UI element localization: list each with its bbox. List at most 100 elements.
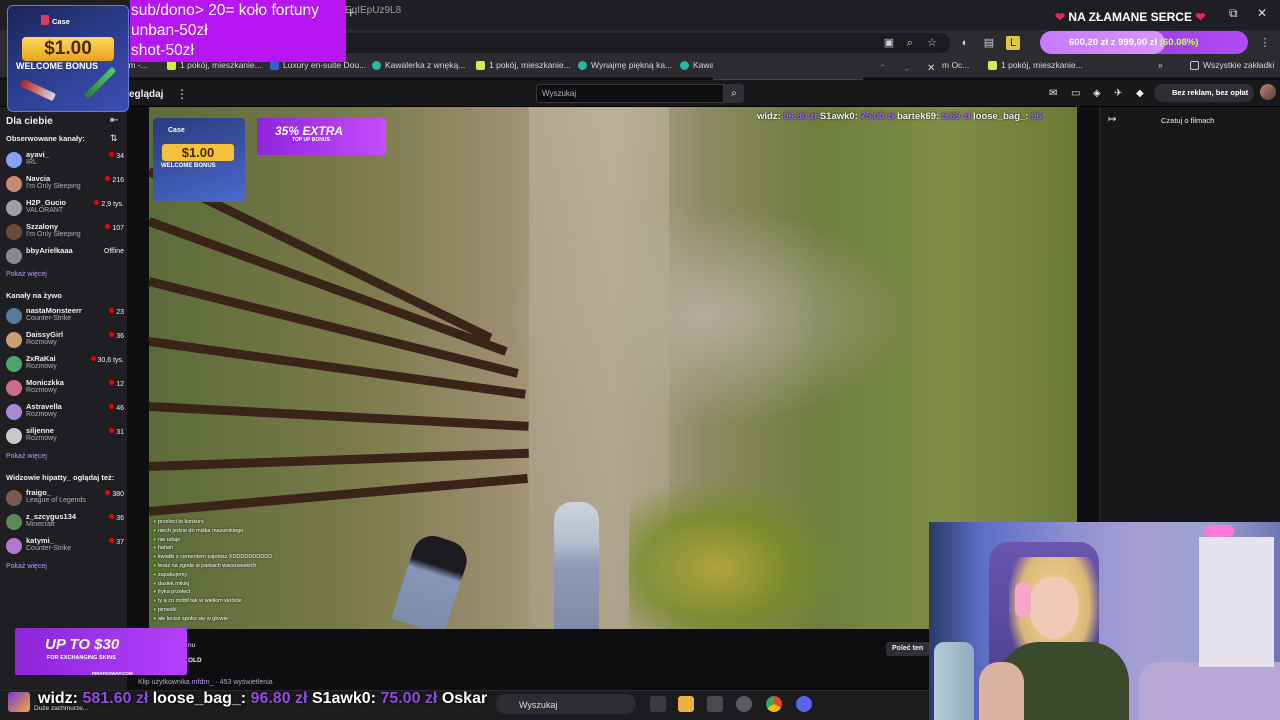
- sidebar-channel-item[interactable]: Astravella Rozmowy 46: [6, 401, 124, 425]
- sidebar-channel-item[interactable]: bbyArielkaaa Offline: [6, 245, 124, 269]
- show-more-also[interactable]: Pokaż więcej: [6, 563, 47, 570]
- menu-dots-icon[interactable]: ⋮: [1258, 36, 1272, 50]
- find-close-icon[interactable]: ✕: [927, 63, 935, 74]
- donor-amount: 96: [1031, 111, 1042, 122]
- chat-panel: [1099, 107, 1280, 527]
- file-explorer-icon[interactable]: [678, 696, 694, 712]
- chat-message-text: ty a co zrobił tak w wielkim skrócie: [157, 598, 242, 605]
- all-bookmarks[interactable]: Wszystkie zakładki: [1190, 60, 1274, 70]
- app-icon[interactable]: [736, 696, 752, 712]
- extension-icon[interactable]: ◐: [958, 36, 972, 50]
- sidebar-channel-item[interactable]: fraigo_ League of Legends 380: [6, 487, 124, 511]
- chat-message-text: hahah: [157, 545, 174, 552]
- bookmarks-overflow-icon[interactable]: »: [1158, 60, 1163, 70]
- channel-viewers: 23: [109, 308, 124, 316]
- sidebar-channel-item[interactable]: H2P_Gucio VALORANT 2,9 tys.: [6, 197, 124, 221]
- chat-message: ● niech jedzie do miśka mazurskiego: [153, 527, 333, 536]
- sidebar-channel-item[interactable]: ayavi_ IRL 34: [6, 149, 124, 173]
- drops-icon[interactable]: ✈: [1114, 88, 1122, 99]
- sidebar-channel-item[interactable]: katymi_ Counter-Strike 37: [6, 535, 124, 559]
- turbo-button[interactable]: Bez reklam, bez opłat: [1154, 84, 1254, 102]
- url-field[interactable]: [330, 33, 950, 53]
- search-placeholder: Wyszukaj: [542, 89, 577, 98]
- recommend-button[interactable]: Poleć ten: [886, 642, 930, 656]
- chrome-icon[interactable]: [766, 696, 782, 712]
- bookmark-item[interactable]: Kawa: [680, 60, 714, 70]
- channel-viewers-text: 31: [116, 429, 124, 436]
- browse-link[interactable]: eglądaj: [129, 89, 163, 100]
- clip-user-link[interactable]: mfdrn_: [192, 679, 214, 686]
- collapse-chat-icon[interactable]: ↦: [1108, 114, 1116, 125]
- reader-icon[interactable]: ▣: [882, 36, 896, 50]
- user-avatar[interactable]: [1260, 84, 1276, 100]
- channel-viewers: 37: [109, 538, 124, 546]
- sidebar-channel-item[interactable]: DaissyGirl Rozmowy 36: [6, 329, 124, 353]
- bookmark-item[interactable]: 1 pokój, mieszkanie...: [988, 60, 1083, 70]
- channel-name: bbyArielkaaa: [26, 246, 73, 255]
- case-price: $1.00: [162, 144, 234, 161]
- bookmark-item[interactable]: m Oc...: [942, 60, 969, 70]
- bits-icon[interactable]: ◆: [1136, 88, 1144, 99]
- skins-ad-subtitle: FOR EXCHANGING SKINS: [47, 655, 116, 661]
- clip-info: Klip użytkownika mfdrn_ · 453 wyświetlen…: [138, 679, 273, 686]
- channel-viewers-text: 107: [112, 225, 124, 232]
- extension-icon[interactable]: ▤: [982, 36, 996, 50]
- sidebar-channel-item[interactable]: Szzalony I'm Only Sleeping 107: [6, 221, 124, 245]
- sidebar-channel-item[interactable]: z_szcygus134 Minecraft 36: [6, 511, 124, 535]
- show-more-live[interactable]: Pokaż więcej: [6, 453, 47, 460]
- more-menu-icon[interactable]: ⋮: [176, 87, 188, 101]
- case-logo-text: Case: [52, 17, 70, 26]
- discord-icon[interactable]: [796, 696, 812, 712]
- channel-category: Rozmowy: [26, 411, 57, 418]
- whispers-icon[interactable]: ▭: [1071, 88, 1080, 99]
- sidebar-channel-item[interactable]: Navcia I'm Only Sleeping 216: [6, 173, 124, 197]
- sidebar-channel-item[interactable]: 2xRaKai Rozmowy 30,6 tys.: [6, 353, 124, 377]
- chat-message-text: niech jedzie do miśka mazurskiego: [157, 527, 244, 534]
- channel-viewers-text: 37: [116, 539, 124, 546]
- sort-icon[interactable]: ⇅: [110, 133, 118, 144]
- channel-category: VALORANT: [26, 207, 64, 214]
- channel-viewers: 31: [109, 428, 124, 436]
- sidebar-channel-item[interactable]: Moniczkka Rozmowy 12: [6, 377, 124, 401]
- close-window-icon[interactable]: ✕: [1257, 6, 1267, 20]
- channel-category: League of Legends: [26, 497, 86, 504]
- extension-icon[interactable]: L: [1006, 36, 1020, 50]
- chat-message-text: pimeski: [157, 606, 177, 613]
- channel-avatar: [6, 224, 22, 240]
- inbox-icon[interactable]: ✉: [1049, 88, 1057, 99]
- task-view-icon[interactable]: [650, 696, 666, 712]
- find-prev-icon[interactable]: ⌃: [879, 63, 887, 74]
- store-icon[interactable]: [707, 696, 723, 712]
- channel-viewers: 2,9 tys.: [94, 200, 124, 208]
- chat-message: ● ty a co zrobił tak w wielkim skrócie: [153, 597, 333, 606]
- bookmark-item[interactable]: 1 pokój, mieszkanie...: [476, 60, 571, 70]
- sidebar-channel-item[interactable]: siljenne Rozmowy 31: [6, 425, 124, 449]
- restore-icon[interactable]: ⧉: [1229, 6, 1238, 21]
- notifications-icon[interactable]: ◈: [1093, 88, 1101, 99]
- taskbar-search-text: Wyszukaj: [519, 700, 558, 710]
- channel-viewers: 380: [105, 490, 124, 498]
- find-next-icon[interactable]: ⌄: [903, 63, 911, 74]
- sidebar-channel-item[interactable]: nastaMonsteerr Counter-Strike 23: [6, 305, 124, 329]
- bookmark-item[interactable]: Wynajmę piękną ka...: [578, 60, 672, 70]
- bookmark-star-icon[interactable]: ☆: [925, 36, 939, 50]
- collapse-sidebar-icon[interactable]: ⇤: [110, 115, 118, 126]
- chat-message-text: przeleci to konkurs: [157, 519, 204, 525]
- chat-message-text: dasiek mikiej: [157, 580, 190, 587]
- channel-avatar: [6, 428, 22, 444]
- chat-message: ● pimeski: [153, 606, 333, 615]
- video-leg: [391, 530, 472, 629]
- channel-name: Szzalony: [26, 222, 59, 231]
- url-text[interactable]: EqIEpUz9L8: [345, 5, 401, 16]
- ticker-name: loose_bag_:: [152, 690, 247, 707]
- live-channels-title: Kanały na żywo: [6, 291, 62, 300]
- zoom-icon[interactable]: ⌕: [903, 36, 917, 50]
- show-more-followed[interactable]: Pokaż więcej: [6, 271, 47, 278]
- channel-viewers: 46: [109, 404, 124, 412]
- live-dot-icon: [109, 404, 115, 409]
- bookmark-item[interactable]: Kawalerka z wnęką...: [372, 60, 465, 70]
- wheel-rule-line: shot-50zł: [131, 42, 194, 59]
- channel-viewers: 30,6 tys.: [90, 356, 124, 364]
- bookmark-favicon-icon: [988, 60, 997, 70]
- search-icon[interactable]: ⌕: [724, 84, 744, 103]
